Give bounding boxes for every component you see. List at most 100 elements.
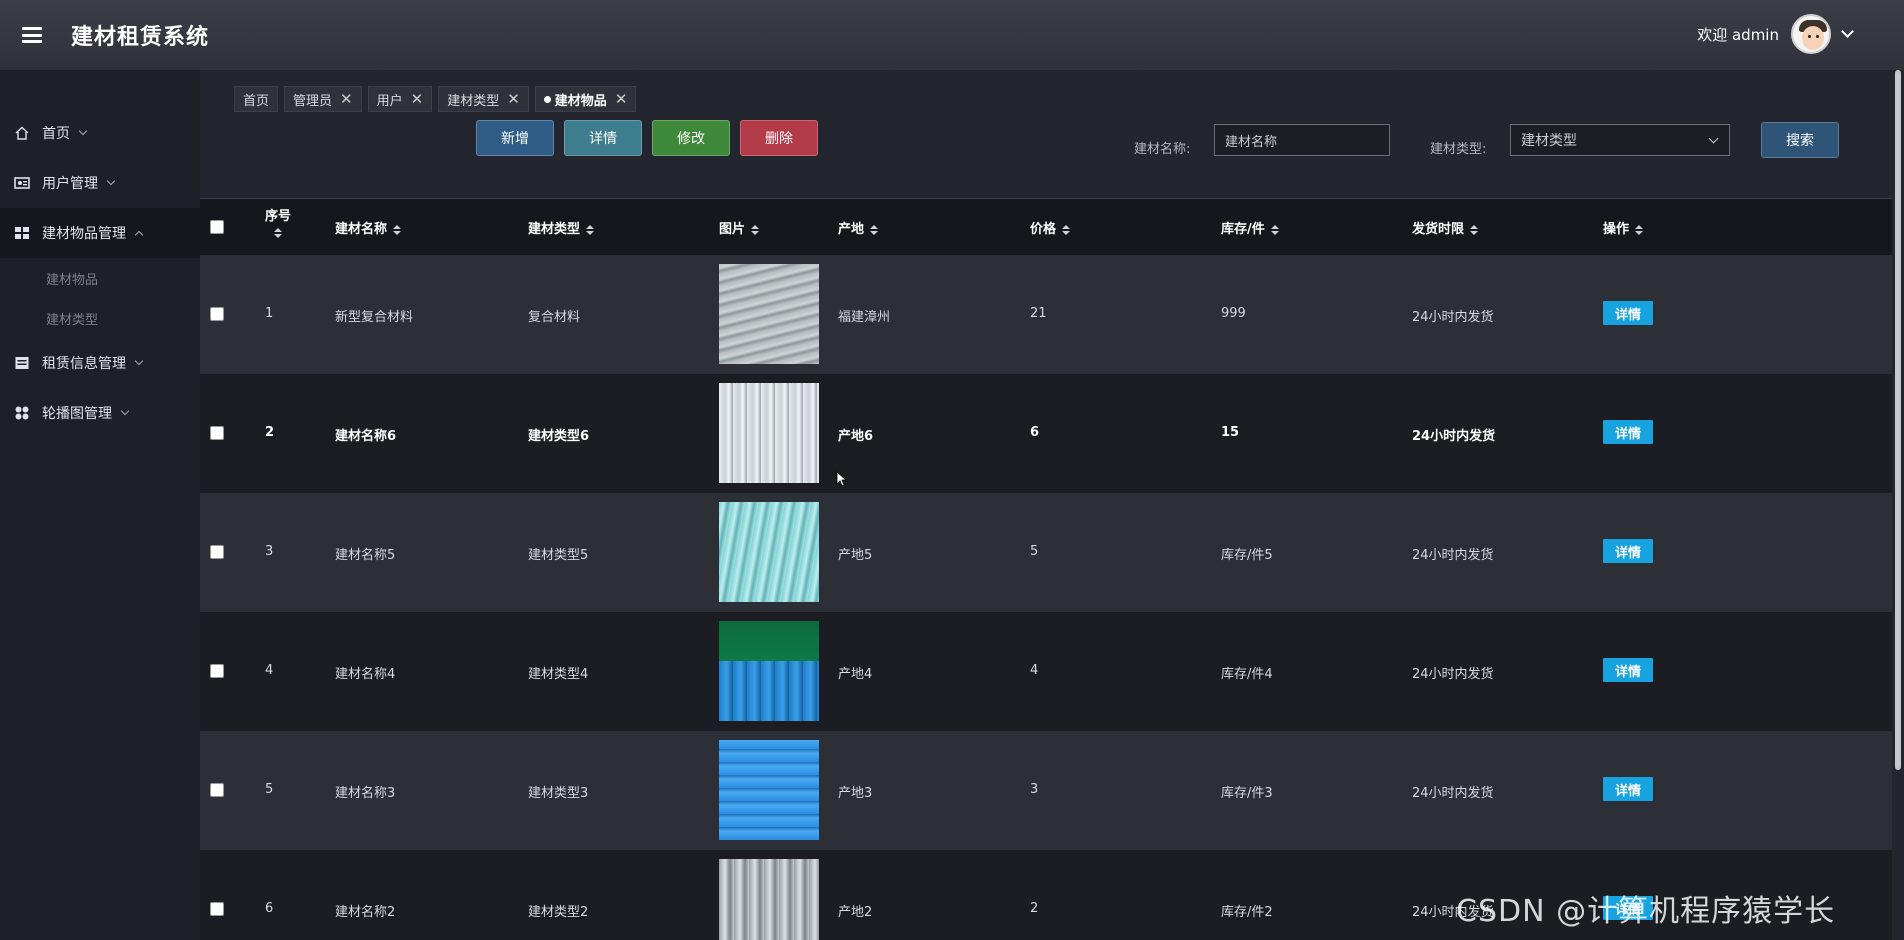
row-stock: 库存/件3 — [1221, 786, 1273, 801]
sort-icon[interactable] — [1270, 224, 1279, 235]
row-checkbox[interactable] — [210, 545, 224, 559]
row-image — [719, 383, 819, 483]
name-search-input[interactable]: 建材名称 — [1214, 124, 1390, 156]
watermark: CSDN @计算机程序猿学长 — [1456, 894, 1836, 929]
sort-icon[interactable] — [393, 224, 402, 235]
id-card-icon — [14, 175, 30, 191]
column-header-price[interactable]: 价格 — [1030, 218, 1071, 237]
table-row[interactable]: 1 新型复合材料 复合材料 福建漳州 21 999 24小时内发货 详情 — [200, 255, 1892, 374]
sidebar-item-material-management[interactable]: 建材物品管理 — [0, 208, 200, 258]
name-search-placeholder: 建材名称 — [1225, 134, 1278, 150]
table-header: 序号 建材名称 建材类型 图片 产地 价格 库存/件 发货时限 操作 — [200, 199, 1892, 255]
column-label: 操作 — [1603, 222, 1630, 237]
sort-icon[interactable] — [1062, 224, 1071, 235]
type-select[interactable]: 建材类型 — [1510, 124, 1730, 156]
row-price: 21 — [1030, 306, 1047, 321]
delete-button[interactable]: 删除 — [740, 120, 818, 156]
close-icon[interactable]: ✕ — [615, 91, 628, 107]
column-header-name[interactable]: 建材名称 — [335, 218, 402, 237]
row-checkbox[interactable] — [210, 783, 224, 797]
row-delivery: 24小时内发货 — [1412, 786, 1494, 801]
chevron-down-icon[interactable] — [1841, 25, 1854, 38]
sort-icon[interactable] — [751, 224, 760, 235]
tab-users[interactable]: 用户 ✕ — [367, 86, 433, 112]
row-detail-button[interactable]: 详情 — [1603, 658, 1653, 682]
sidebar-item-label: 轮播图管理 — [42, 406, 112, 422]
edit-button[interactable]: 修改 — [652, 120, 730, 156]
tab-materials[interactable]: 建材物品 ✕ — [534, 86, 637, 112]
active-dot-icon — [543, 95, 551, 103]
detail-button[interactable]: 详情 — [564, 120, 642, 156]
close-icon[interactable]: ✕ — [507, 91, 520, 107]
row-delivery: 24小时内发货 — [1412, 667, 1494, 682]
tab-home[interactable]: 首页 — [234, 86, 279, 112]
vertical-scrollbar[interactable] — [1892, 70, 1904, 940]
row-detail-button[interactable]: 详情 — [1603, 777, 1653, 801]
search-button[interactable]: 搜索 — [1761, 122, 1839, 158]
row-checkbox[interactable] — [210, 664, 224, 678]
row-image — [719, 264, 819, 364]
sidebar-item-label: 用户管理 — [42, 176, 98, 192]
avatar[interactable] — [1791, 14, 1831, 54]
sidebar-item-user-management[interactable]: 用户管理 — [0, 158, 200, 208]
table-row[interactable]: 2 建材名称6 建材类型6 产地6 6 15 24小时内发货 详情 — [200, 374, 1892, 493]
sidebar-subitem-materials[interactable]: 建材物品 — [0, 258, 200, 298]
sidebar-item-home[interactable]: 首页 — [0, 108, 200, 158]
sidebar-item-rental-management[interactable]: 租赁信息管理 — [0, 338, 200, 388]
type-select-placeholder: 建材类型 — [1521, 133, 1577, 149]
row-detail-button[interactable]: 详情 — [1603, 301, 1653, 325]
sort-icon[interactable] — [1635, 224, 1644, 235]
row-checkbox[interactable] — [210, 307, 224, 321]
user-menu[interactable]: 欢迎 admin — [1697, 14, 1854, 54]
row-stock: 库存/件5 — [1221, 548, 1273, 563]
row-detail-button[interactable]: 详情 — [1603, 539, 1653, 563]
row-image — [719, 502, 819, 602]
sidebar-item-carousel-management[interactable]: 轮播图管理 — [0, 388, 200, 438]
column-header-action[interactable]: 操作 — [1603, 218, 1644, 237]
chevron-up-icon — [134, 230, 144, 240]
column-header-origin[interactable]: 产地 — [838, 218, 879, 237]
tab-admin[interactable]: 管理员 ✕ — [284, 86, 362, 112]
column-header-no[interactable]: 序号 — [265, 209, 291, 241]
select-all-checkbox[interactable] — [210, 220, 224, 234]
chevron-down-icon — [1708, 133, 1719, 144]
row-image — [719, 859, 819, 940]
grid-icon — [14, 225, 30, 241]
scrollbar-thumb[interactable] — [1895, 70, 1901, 770]
row-detail-button[interactable]: 详情 — [1603, 420, 1653, 444]
table-row[interactable]: 5 建材名称3 建材类型3 产地3 3 库存/件3 24小时内发货 详情 — [200, 731, 1892, 850]
row-checkbox[interactable] — [210, 902, 224, 916]
column-header-stock[interactable]: 库存/件 — [1221, 218, 1279, 237]
row-origin: 产地5 — [838, 548, 873, 563]
table-row[interactable]: 3 建材名称5 建材类型5 产地5 5 库存/件5 24小时内发货 详情 — [200, 493, 1892, 612]
sort-icon[interactable] — [1470, 224, 1479, 235]
row-no: 3 — [265, 544, 274, 559]
row-origin: 产地3 — [838, 786, 873, 801]
sort-icon[interactable] — [274, 227, 282, 238]
menu-toggle-icon[interactable] — [22, 27, 42, 43]
add-button[interactable]: 新增 — [476, 120, 554, 156]
sort-icon[interactable] — [586, 224, 595, 235]
row-origin: 福建漳州 — [838, 310, 891, 325]
sidebar-item-label: 首页 — [42, 126, 70, 142]
column-header-delivery[interactable]: 发货时限 — [1412, 218, 1479, 237]
row-type: 建材类型4 — [528, 667, 589, 682]
sidebar-subitem-material-types[interactable]: 建材类型 — [0, 298, 200, 338]
close-icon[interactable]: ✕ — [411, 91, 424, 107]
column-header-type[interactable]: 建材类型 — [528, 218, 595, 237]
row-stock: 15 — [1221, 425, 1240, 440]
column-label: 库存/件 — [1221, 222, 1265, 237]
column-header-image[interactable]: 图片 — [719, 218, 760, 237]
tab-material-types[interactable]: 建材类型 ✕ — [438, 86, 529, 112]
app-title: 建材租赁系统 — [71, 25, 210, 50]
sidebar-item-label: 建材物品管理 — [42, 226, 126, 242]
table-row[interactable]: 4 建材名称4 建材类型4 产地4 4 库存/件4 24小时内发货 详情 — [200, 612, 1892, 731]
chevron-down-icon — [134, 356, 144, 366]
tab-label: 建材物品 — [554, 93, 607, 109]
materials-table: 序号 建材名称 建材类型 图片 产地 价格 库存/件 发货时限 操作 1 新型复… — [200, 198, 1892, 940]
row-checkbox[interactable] — [210, 426, 224, 440]
sort-icon[interactable] — [870, 224, 879, 235]
row-type: 建材类型2 — [528, 905, 589, 920]
close-icon[interactable]: ✕ — [340, 91, 353, 107]
row-price: 4 — [1030, 663, 1039, 678]
